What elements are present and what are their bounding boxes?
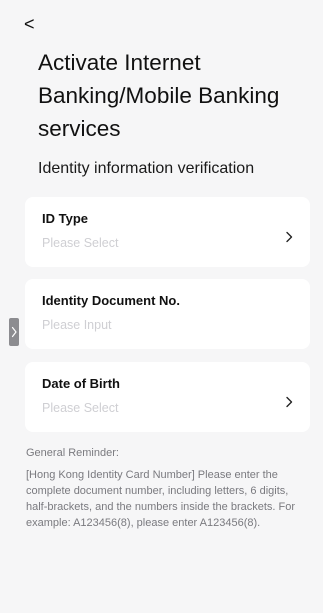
chevron-right-icon bbox=[286, 231, 293, 243]
side-drawer-handle[interactable] bbox=[9, 318, 19, 346]
reminder-text: [Hong Kong Identity Card Number] Please … bbox=[26, 469, 296, 529]
chevron-left-icon: < bbox=[24, 14, 35, 34]
identity-document-input[interactable]: Please Input bbox=[42, 318, 112, 332]
id-type-placeholder: Please Select bbox=[42, 236, 119, 250]
date-of-birth-label: Date of Birth bbox=[42, 376, 120, 391]
chevron-right-icon bbox=[286, 396, 293, 408]
date-of-birth-select[interactable]: Date of Birth Please Select bbox=[25, 362, 310, 432]
id-type-select[interactable]: ID Type Please Select bbox=[25, 197, 310, 267]
page-title: Activate Internet Banking/Mobile Banking… bbox=[38, 50, 280, 141]
identity-document-label: Identity Document No. bbox=[42, 293, 180, 308]
identity-document-field[interactable]: Identity Document No. Please Input bbox=[25, 279, 310, 349]
page-subtitle: Identity information verification bbox=[38, 160, 255, 177]
chevron-right-icon bbox=[11, 326, 17, 338]
date-of-birth-placeholder: Please Select bbox=[42, 401, 119, 415]
reminder-title: General Reminder: bbox=[26, 447, 119, 459]
page: < Activate Internet Banking/Mobile Banki… bbox=[0, 0, 323, 613]
back-button[interactable]: < bbox=[24, 14, 35, 34]
id-type-label: ID Type bbox=[42, 211, 88, 226]
